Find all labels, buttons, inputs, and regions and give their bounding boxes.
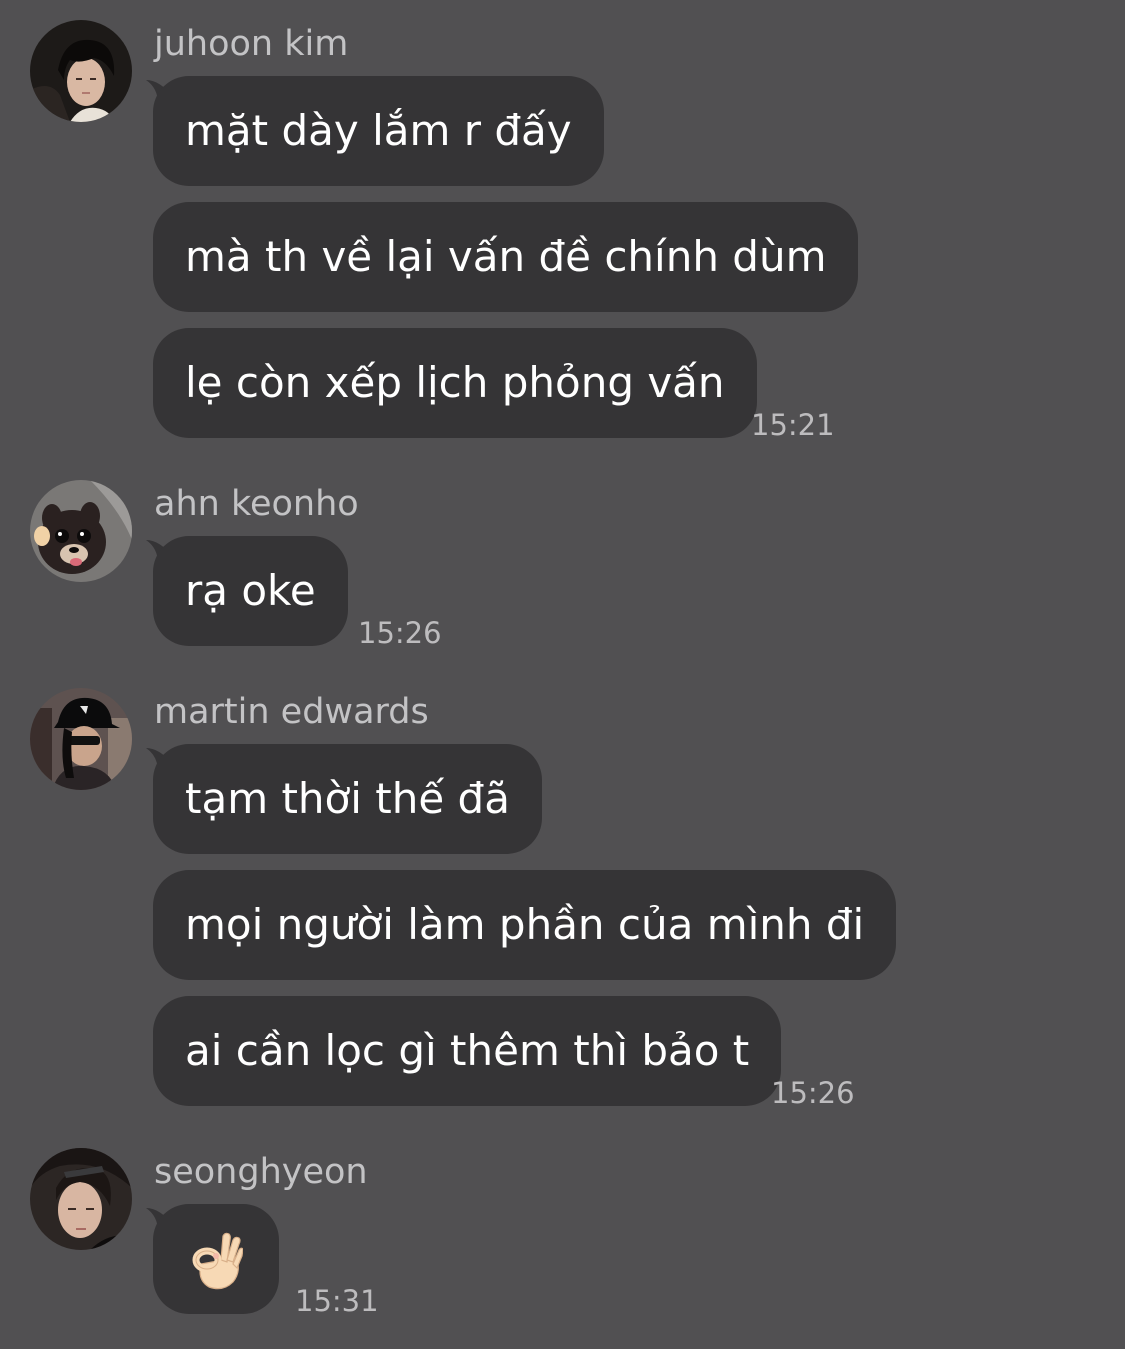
avatar-juhoon-kim[interactable]: [30, 20, 132, 122]
avatar-photo-dark-hair-icon: [30, 20, 132, 122]
avatar-photo-black-cap-icon: [30, 688, 132, 790]
timestamp: 15:26: [771, 1076, 855, 1110]
timestamp: 15:21: [751, 408, 835, 442]
message-bubble[interactable]: ai cần lọc gì thêm thì bảo t: [153, 996, 782, 1106]
ok-hand-emoji-icon: [192, 1232, 243, 1290]
avatar-photo-puppy-icon: [30, 480, 132, 582]
emoji-message-bubble[interactable]: [153, 1204, 279, 1314]
message-bubble[interactable]: mà th về lại vấn đề chính dùm: [153, 202, 859, 312]
message-bubble[interactable]: mặt dày lắm r đấy: [153, 76, 604, 186]
avatar-seonghyeon[interactable]: [30, 1148, 132, 1250]
message-bubble[interactable]: rạ oke: [153, 536, 348, 646]
sender-name: ahn keonho: [154, 484, 359, 524]
timestamp: 15:26: [358, 616, 442, 650]
sender-name: juhoon kim: [154, 24, 349, 64]
timestamp: 15:31: [295, 1284, 379, 1318]
avatar-photo-sunglasses-icon: [30, 1148, 132, 1250]
avatar-martin-edwards[interactable]: [30, 688, 132, 790]
sender-name: martin edwards: [154, 692, 429, 732]
message-bubble[interactable]: mọi người làm phần của mình đi: [153, 870, 897, 980]
message-bubble[interactable]: lẹ còn xếp lịch phỏng vấn: [153, 328, 757, 438]
message-bubble[interactable]: tạm thời thế đã: [153, 744, 542, 854]
avatar-ahn-keonho[interactable]: [30, 480, 132, 582]
sender-name: seonghyeon: [154, 1152, 368, 1192]
